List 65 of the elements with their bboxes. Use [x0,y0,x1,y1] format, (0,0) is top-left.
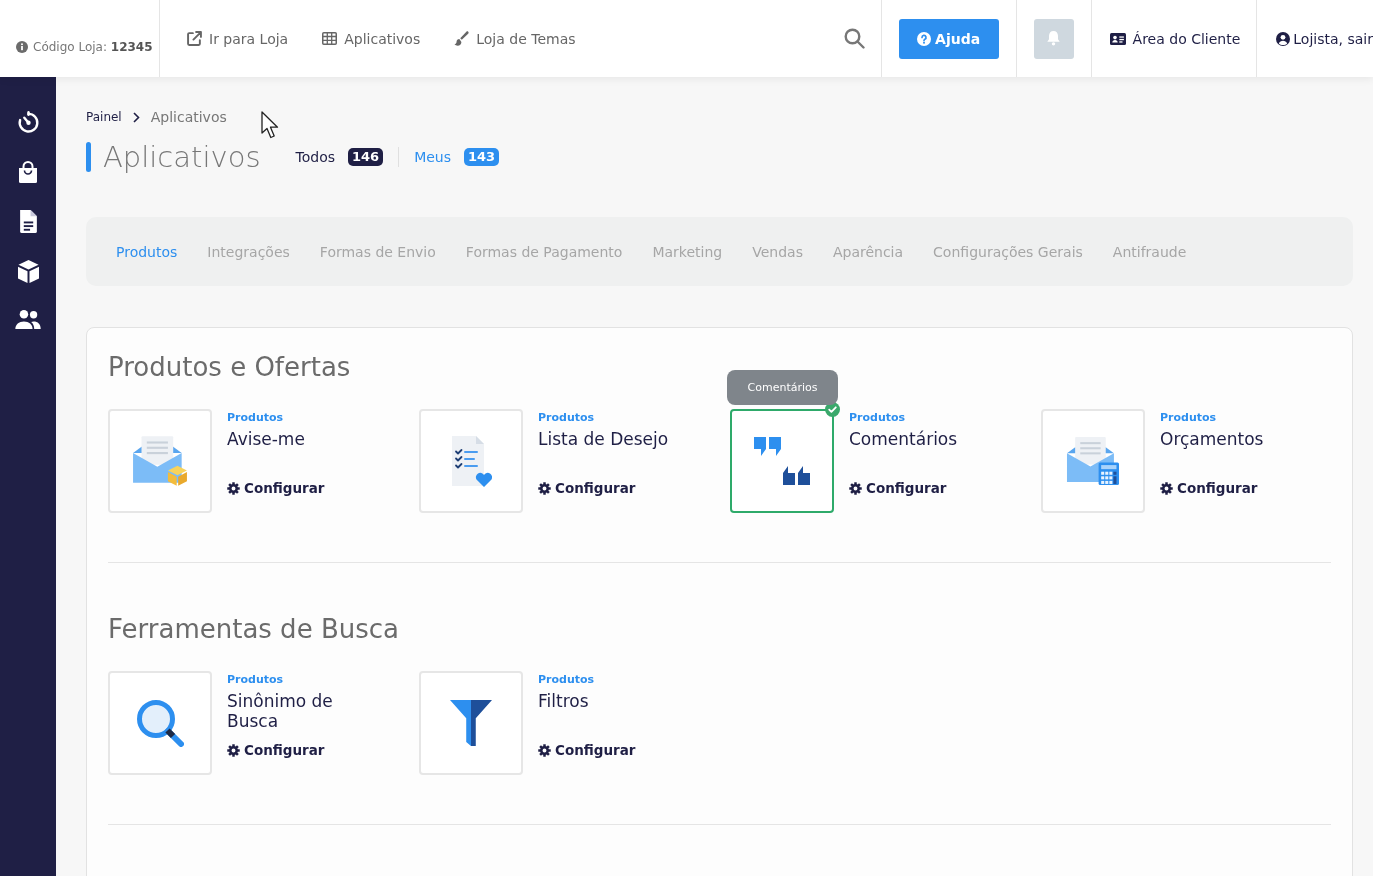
app-name: Comentários [849,429,958,451]
nav-link[interactable]: Aplicativos [322,30,421,47]
app-name: Filtros [538,691,589,713]
filter-link[interactable]: Todos [295,149,335,165]
section-title: Produtos e Ofertas [108,351,352,383]
envelope-calculator-icon [1065,436,1121,486]
section-title: Ferramentas de Busca [108,613,400,645]
count-badge: 146 [348,148,384,166]
client-area-link[interactable]: Área do Cliente [1109,30,1241,47]
app-tile[interactable] [730,409,834,513]
configure-link[interactable]: Configurar [227,479,325,497]
nav-link[interactable]: Ir para Loja [187,30,289,47]
breadcrumb-current: Aplicativos [150,109,227,125]
chevron-right-icon [132,111,140,123]
info-icon [16,41,28,53]
store-code: Código Loja: 12345 [33,40,153,54]
gear-icon [538,743,551,757]
gear-icon [227,481,240,495]
magnifier-icon [136,699,184,747]
timer-icon[interactable] [16,111,40,134]
checklist-heart-icon [450,434,492,488]
count-badge: 143 [464,148,500,166]
breadcrumb-link[interactable]: Painel [86,110,122,124]
gear-icon [1160,481,1173,495]
search-icon[interactable] [843,28,865,49]
user-circle-icon [1276,31,1291,46]
app-category: Produtos [227,410,284,426]
question-icon [917,31,932,46]
logout-link[interactable]: Lojista, sair [1276,30,1373,47]
nav-link[interactable]: Loja de Temas [454,30,576,47]
configure-link[interactable]: Configurar [1160,479,1258,497]
funnel-icon [450,700,492,746]
external-link-icon [187,31,202,46]
tooltip: Comentários [727,370,838,405]
app-category: Produtos [227,672,284,688]
gear-icon [849,481,862,495]
configure-link[interactable]: Configurar [849,479,947,497]
cursor-icon [261,111,280,139]
id-card-icon [1109,32,1126,45]
quote-marks-icon [753,437,811,485]
app-category: Produtos [538,410,595,426]
configure-link[interactable]: Configurar [538,479,636,497]
gear-icon [227,743,240,757]
configure-link[interactable]: Configurar [538,741,636,759]
document-icon[interactable] [19,210,37,233]
app-category: Produtos [849,410,906,426]
title-accent-bar [86,142,91,172]
brush-icon [454,31,470,46]
cube-icon[interactable] [17,260,39,283]
help-button[interactable]: Ajuda [898,18,999,59]
app-name: Avise-me [227,429,305,451]
app-name: Lista de Desejo [538,429,669,451]
grid-icon [322,32,338,45]
configure-link[interactable]: Configurar [227,741,325,759]
app-category: Produtos [1160,410,1217,426]
app-name: Orçamentos [1160,429,1264,451]
page-title: Aplicativos [103,139,261,176]
app-name: Sinônimo de Busca [227,691,334,731]
shopping-bag-icon[interactable] [18,161,38,183]
users-icon[interactable] [15,310,41,329]
app-category: Produtos [538,672,595,688]
filter-link[interactable]: Meus [414,149,451,165]
bell-icon [1047,31,1061,46]
envelope-box-icon [132,435,188,487]
gear-icon [538,481,551,495]
